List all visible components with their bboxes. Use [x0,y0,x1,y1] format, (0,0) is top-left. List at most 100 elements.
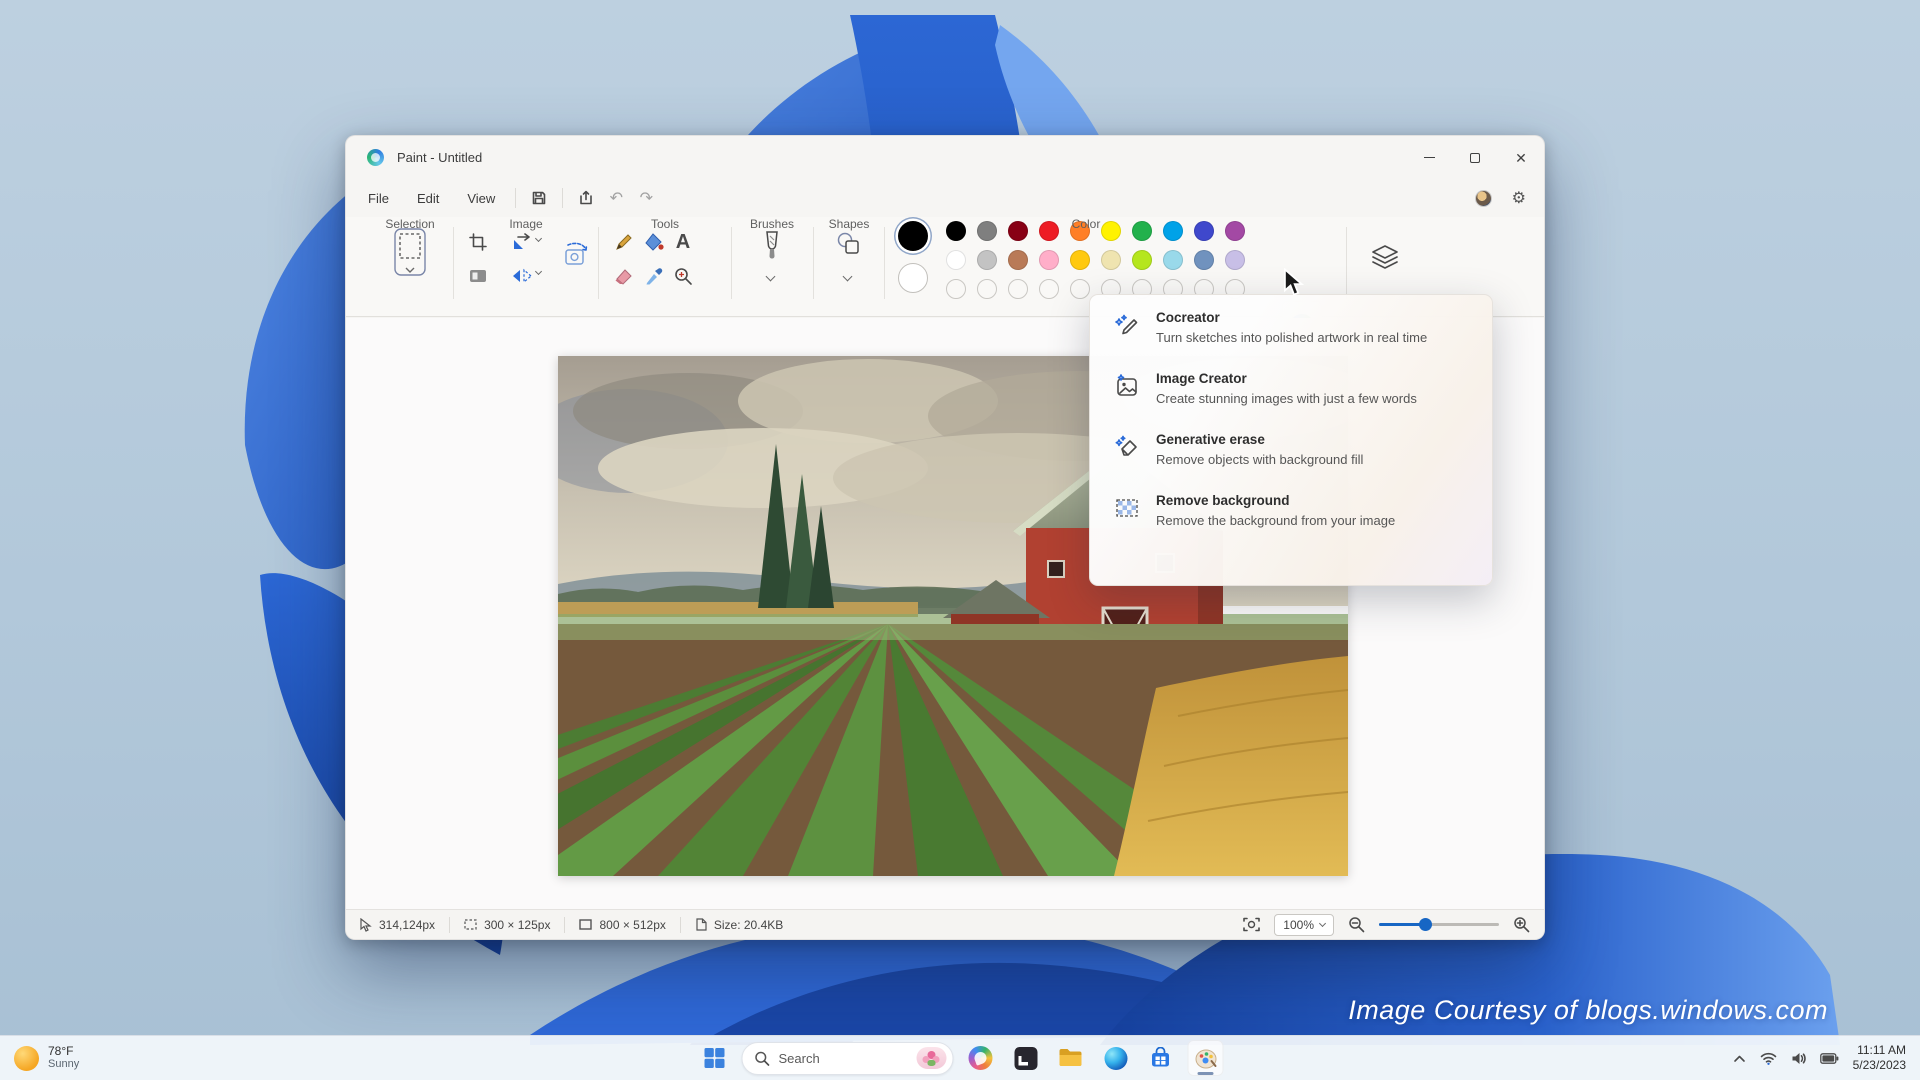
rotate-tool[interactable] [558,239,592,273]
weather-widget[interactable]: 78°F Sunny [14,1045,79,1071]
color-swatch[interactable] [1070,250,1090,270]
magnifier-tool[interactable] [670,263,696,289]
taskbar-file-explorer-button[interactable] [1053,1040,1089,1076]
shapes-chevron-icon[interactable] [842,271,853,282]
zoom-level-dropdown[interactable]: 100% [1274,913,1334,936]
custom-color-slot[interactable] [977,279,997,299]
menu-item-generative-erase[interactable]: Generative erase Remove objects with bac… [1114,432,1492,467]
zoom-chevron-icon [1318,919,1327,927]
save-button[interactable] [524,184,554,212]
color-swatch[interactable] [1101,250,1121,270]
settings-gear-icon[interactable]: ⚙ [1512,188,1526,208]
fill-bucket-icon [645,233,664,251]
divider [453,227,454,299]
zoom-slider-thumb[interactable] [1419,918,1432,931]
color-swatch[interactable] [1008,221,1028,241]
copilot-dropdown-menu: Cocreator Turn sketches into polished ar… [1089,294,1493,586]
taskbar-edge-button[interactable] [1098,1040,1134,1076]
resize-chevron-icon[interactable] [534,234,543,243]
color2-swatch[interactable] [898,263,928,293]
selection-tool[interactable] [390,227,430,283]
taskbar-paint-button[interactable] [1187,1040,1224,1076]
divider [1346,227,1347,299]
color1-swatch[interactable] [898,221,928,251]
fit-to-window-icon[interactable] [1243,917,1261,932]
divider [884,227,885,299]
menu-item-desc: Turn sketches into polished artwork in r… [1156,330,1428,345]
fill-tool[interactable] [641,229,667,255]
zoom-slider[interactable] [1379,918,1499,931]
account-avatar[interactable] [1474,189,1492,207]
crop-tool[interactable] [465,229,491,255]
color-swatch[interactable] [1008,250,1028,270]
brushes-chevron-icon[interactable] [765,271,776,282]
undo-button[interactable]: ↶ [601,184,631,212]
resize-tool[interactable] [509,229,535,255]
layers-button[interactable] [1368,241,1402,275]
tray-chevron-up-icon[interactable] [1733,1054,1746,1063]
color-swatch[interactable] [1163,221,1183,241]
zoom-out-icon[interactable] [1348,916,1365,933]
minimize-button[interactable] [1406,136,1452,179]
color-picker-tool[interactable] [641,263,667,289]
share-icon [580,190,593,205]
maximize-button[interactable] [1452,136,1498,179]
battery-icon[interactable] [1819,1052,1839,1064]
titlebar[interactable]: Paint - Untitled ✕ [346,136,1544,179]
color-swatch[interactable] [1132,221,1152,241]
color-swatch[interactable] [977,250,997,270]
color-swatch[interactable] [1225,250,1245,270]
menu-item-cocreator[interactable]: Cocreator Turn sketches into polished ar… [1114,310,1492,345]
pencil-tool[interactable] [611,229,637,255]
zoom-in-icon[interactable] [1513,916,1530,933]
color-swatch[interactable] [1194,221,1214,241]
image-flag-icon [470,270,486,282]
flip-chevron-icon[interactable] [534,267,543,276]
stamp-tool[interactable] [465,263,491,289]
color-swatch[interactable] [977,221,997,241]
desktop: Paint - Untitled ✕ File Edit View ↶ ↷ ⚙ … [0,0,1920,1080]
shapes-tool[interactable] [834,229,864,259]
search-highlight-image[interactable] [916,1047,947,1069]
custom-color-slot[interactable] [1039,279,1059,299]
eraser-tool[interactable] [611,263,637,289]
cursor-position-icon [360,917,372,932]
close-button[interactable]: ✕ [1498,136,1544,179]
start-button[interactable] [697,1040,733,1076]
taskbar-store-button[interactable] [1143,1040,1179,1076]
color-swatch[interactable] [1225,221,1245,241]
flip-icon [513,268,532,284]
custom-color-slot[interactable] [1008,279,1028,299]
color-swatch[interactable] [1039,221,1059,241]
cocreator-icon [1115,314,1138,335]
volume-icon[interactable] [1791,1052,1806,1065]
wifi-icon[interactable] [1760,1052,1777,1065]
custom-color-slot[interactable] [1070,279,1090,299]
menu-view[interactable]: View [455,185,507,212]
color-swatch[interactable] [1132,250,1152,270]
redo-button[interactable]: ↷ [631,184,661,212]
file-size: Size: 20.4KB [681,918,797,932]
color-swatch[interactable] [1039,250,1059,270]
menu-item-image-creator[interactable]: Image Creator Create stunning images wit… [1114,371,1492,406]
color-swatch[interactable] [1194,250,1214,270]
text-tool[interactable]: A [670,229,696,255]
custom-color-slot[interactable] [946,279,966,299]
color-swatch[interactable] [1101,221,1121,241]
clock[interactable]: 11:11 AM 5/23/2023 [1853,1043,1906,1073]
menu-file[interactable]: File [356,185,401,212]
search-placeholder: Search [778,1050,820,1066]
weather-temp: 78°F [48,1044,74,1058]
store-icon [1152,1047,1169,1067]
color-swatch[interactable] [946,221,966,241]
menu-item-remove-background[interactable]: Remove background Remove the background … [1114,493,1492,528]
menu-edit[interactable]: Edit [405,185,451,212]
brushes-tool[interactable] [758,229,786,263]
color-swatch[interactable] [946,250,966,270]
color-swatch[interactable] [1163,250,1183,270]
share-button[interactable] [571,184,601,212]
search-box[interactable]: Search [741,1041,954,1075]
flip-tool[interactable] [509,263,535,289]
taskbar-app-dark-button[interactable] [1008,1040,1044,1076]
taskbar-copilot-button[interactable] [963,1040,999,1076]
